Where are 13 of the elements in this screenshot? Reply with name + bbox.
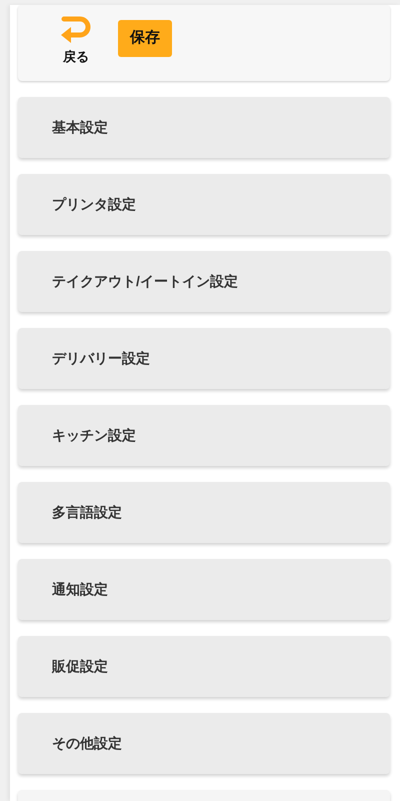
- settings-menu-item[interactable]: デリバリー設定: [18, 328, 390, 389]
- settings-menu-item[interactable]: 販促設定: [18, 636, 390, 697]
- back-label: 戻る: [63, 48, 89, 66]
- save-button[interactable]: 保存: [118, 20, 172, 57]
- settings-menu-item[interactable]: 多言語設定: [18, 482, 390, 543]
- return-arrow-icon: [60, 15, 92, 43]
- settings-menu-item[interactable]: キッチン設定: [18, 405, 390, 466]
- settings-menu-item[interactable]: プリンタ設定: [18, 174, 390, 235]
- settings-menu-item[interactable]: その他設定: [18, 713, 390, 774]
- settings-menu-item[interactable]: テイクアウト/イートイン設定: [18, 251, 390, 312]
- settings-menu-item[interactable]: 基本設定: [18, 97, 390, 158]
- settings-menu-item[interactable]: 通知設定: [18, 559, 390, 620]
- back-button[interactable]: 戻る: [58, 15, 94, 66]
